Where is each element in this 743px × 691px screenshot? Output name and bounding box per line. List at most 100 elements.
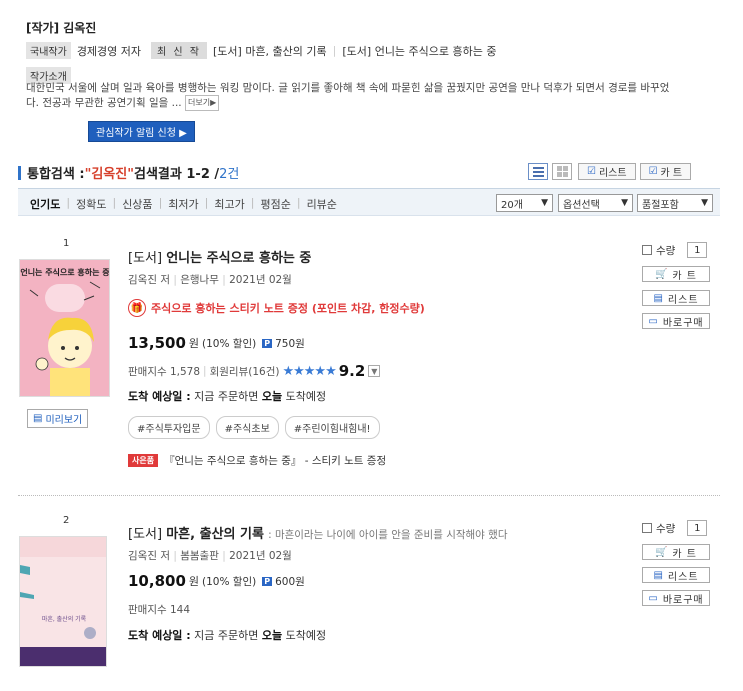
checkbox-icon: ☑ [648,166,658,177]
item-category: [도서] [128,251,163,266]
select-checkbox[interactable] [642,523,652,533]
more-label: 더보기 [187,98,211,107]
add-to-cart-button[interactable]: ☑ 카 트 [639,163,692,180]
result-heading: 통합검색 : "김옥진" 검색결과 1-2 / 2건 [18,163,239,182]
item-author[interactable]: 김옥진 저 [128,274,170,286]
gift-row[interactable]: 사은품 『언니는 주식으로 흥하는 중』 - 스티키 노트 증정 [128,453,386,468]
sort-rating[interactable]: 평점순 [260,196,290,212]
author-title: [작가] 김옥진 [26,21,97,35]
heading-prefix: 통합검색 : [27,167,85,182]
item-title-text: 마흔, 출산의 기록 [166,527,264,542]
divider: | [222,274,226,286]
discount-rate: (10% 할인) [202,337,257,350]
divider: | [296,196,301,209]
sort-reviews[interactable]: 리뷰순 [307,196,337,212]
hashtag[interactable]: #주린이힘내힘내! [284,416,380,439]
card-icon: ▭ [648,592,659,604]
gift-icon: 🎁 [128,299,146,317]
arrival-pre: 지금 주문하면 [194,390,259,403]
book-cover-image[interactable]: 언니는 주식으로 흥하는 중 [19,259,110,397]
item-title[interactable]: [도서] 언니는 주식으로 흥하는 중 [128,247,311,266]
grid-view-icon[interactable] [552,163,572,180]
quantity-input[interactable]: 1 [687,520,708,536]
wishlist-button[interactable]: ▤ 리스트 [642,567,710,583]
per-page-select[interactable]: 20개 ▼ [496,194,553,212]
option-select-value: 옵션선택 [563,199,600,211]
search-keyword: "김옥진" [84,167,135,182]
item-title-text: 언니는 주식으로 흥하는 중 [166,251,312,266]
divider: | [66,196,71,209]
list-icon: ▤ [653,292,664,304]
sort-highest-price[interactable]: 최고가 [214,196,244,212]
cart-button[interactable]: 🛒 카 트 [642,266,710,282]
sort-accuracy[interactable]: 정확도 [76,196,106,212]
book-cover-image[interactable]: 마흔, 출산의 기록 [19,536,107,667]
price-unit: 원 [188,337,200,350]
divider: | [250,196,255,209]
divider: | [203,365,207,377]
point-icon: P [262,576,273,586]
item-rank: 1 [63,238,70,249]
sales-index: 판매지수 144 [128,604,191,616]
quantity-control: 수량 1 [642,520,708,536]
wishlist-button[interactable]: ▤ 리스트 [642,290,710,306]
hashtag[interactable]: #주식초보 [215,416,279,439]
divider: | [222,550,226,562]
list-view-icon[interactable] [528,163,548,180]
sort-popularity[interactable]: 인기도 [30,196,60,212]
more-button[interactable]: 더보기▶ [184,95,220,111]
price-value: 13,500 [128,334,186,352]
author-field: 경제경영 저자 [76,44,142,58]
review-count[interactable]: 회원리뷰(16건) [210,364,280,379]
result-total: 2건 [219,167,240,182]
sort-new[interactable]: 신상품 [122,196,152,212]
sort-lowest-price[interactable]: 최저가 [168,196,198,212]
point-icon: P [262,338,273,348]
view-controls: ☑ 리스트 ☑ 카 트 [528,163,692,180]
latest-book-link-1[interactable]: [도서] 마흔, 출산의 기록 [213,43,327,59]
cart-icon: 🛒 [654,268,669,280]
option-select[interactable]: 옵션선택 ▼ [558,194,633,212]
gift-text: 『언니는 주식으로 흥하는 중』 - 스티키 노트 증정 [164,455,387,467]
hashtag[interactable]: #주식투자입문 [128,416,210,439]
divider: | [204,196,209,209]
divider: | [173,274,177,286]
item-price: 13,500 원 (10% 할인) P 750원 [128,334,305,352]
quantity-input[interactable]: 1 [687,242,708,258]
cover-title: 언니는 주식으로 흥하는 중 [20,267,110,277]
select-checkbox[interactable] [642,245,652,255]
arrival-label: 도착 예상일 : [128,629,191,642]
nationality-tag: 국내작가 [26,42,71,59]
intro-body: 대한민국 서울에 살며 일과 육아를 병행하는 워킹 맘이다. 글 읽기를 좋아… [26,82,670,109]
cart-button[interactable]: 🛒 카 트 [642,544,710,560]
buy-now-button[interactable]: ▭ 바로구매 [642,313,710,329]
buy-label: 바로구매 [662,317,704,329]
item-publisher[interactable]: 봄봄출판 [180,550,219,562]
chevron-down-icon[interactable]: ▼ [368,365,381,377]
chevron-down-icon: ▼ [541,198,548,208]
per-page-value: 20개 [501,199,523,211]
item-author[interactable]: 김옥진 저 [128,550,170,562]
divider: | [173,550,177,562]
item-publisher[interactable]: 은행나무 [180,274,219,286]
star-rating-icon: ★★★★★ [282,363,336,379]
item-title[interactable]: [도서] 마흔, 출산의 기록 : 마흔이라는 나이에 아이를 안을 준비를 시… [128,523,508,542]
sales-row: 판매지수 1,578 | 회원리뷰(16건) ★★★★★ 9.2 ▼ [128,362,381,380]
item-date: 2021년 02월 [229,550,292,562]
stock-select[interactable]: 품절포함 ▼ [637,194,713,212]
item-meta: 김옥진 저 | 은행나무 | 2021년 02월 [128,272,292,287]
add-to-list-button[interactable]: ☑ 리스트 [578,163,636,180]
list-label: 리스트 [667,294,699,306]
buy-now-button[interactable]: ▭ 바로구매 [642,590,710,606]
stock-select-value: 품절포함 [642,199,679,211]
arrival-post: 도착예정 [285,629,327,642]
arrival-day: 오늘 [261,390,283,403]
cart-icon: 🛒 [654,546,669,558]
latest-book-link-2[interactable]: [도서] 언니는 주식으로 흥하는 중 [342,43,496,59]
follow-author-button[interactable]: 관심작가 알림 신청 ▶ [88,121,195,142]
price-value: 10,800 [128,572,186,590]
points-value: 750원 [275,337,305,350]
event-banner[interactable]: 🎁 주식으로 흥하는 스티키 노트 증정 (포인트 차감, 한정수량) [128,299,425,317]
book-open-icon: ▤ [33,413,43,424]
preview-button[interactable]: ▤ 미리보기 [27,409,89,428]
